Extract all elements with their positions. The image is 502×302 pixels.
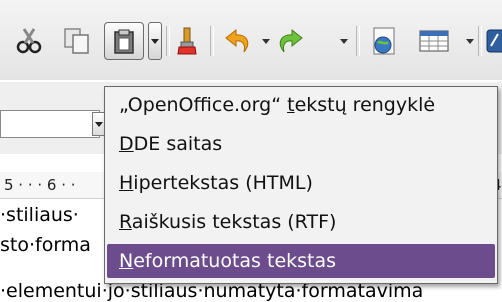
separator [478,26,482,56]
chevron-down-icon [151,39,159,44]
menu-item-dde-link[interactable]: DDE saitas [107,127,495,161]
document-line: sto·forma [0,234,91,256]
navigator-icon[interactable] [370,26,400,56]
menu-item-rtf[interactable]: Raiškusis tekstas (RTF) [107,205,495,239]
clone-formatting-icon[interactable] [174,26,202,56]
paste-dropdown-button[interactable] [148,22,162,60]
menu-item-html[interactable]: Hipertekstas (HTML) [107,166,495,200]
menu-item-unformatted-text[interactable]: Neformatuotas tekstas [107,244,495,278]
chevron-down-icon[interactable] [466,39,474,44]
separator [210,26,214,56]
cut-icon[interactable] [14,26,44,56]
undo-icon[interactable] [222,26,256,56]
standard-toolbar [0,0,502,80]
menu-item-openoffice-text[interactable]: „OpenOffice.org“ tekstų rengyklė [107,88,495,122]
paragraph-style-box[interactable] [0,110,100,138]
separator [356,26,360,56]
chevron-down-icon[interactable] [262,39,270,44]
table-icon[interactable] [418,26,452,56]
show-draw-functions-icon[interactable] [486,26,502,56]
paste-button[interactable] [104,22,144,60]
redo-icon[interactable] [272,26,306,56]
ruler-labels: 5 · · · 6 · · [4,176,76,194]
document-line: ·stiliaus· [0,204,79,226]
paste-icon [114,29,134,54]
separator [166,26,170,56]
paste-special-menu: „OpenOffice.org“ tekstų rengyklė DDE sai… [104,86,498,284]
chevron-down-icon [95,122,103,127]
copy-icon[interactable] [62,26,92,56]
chevron-down-icon[interactable] [340,39,348,44]
